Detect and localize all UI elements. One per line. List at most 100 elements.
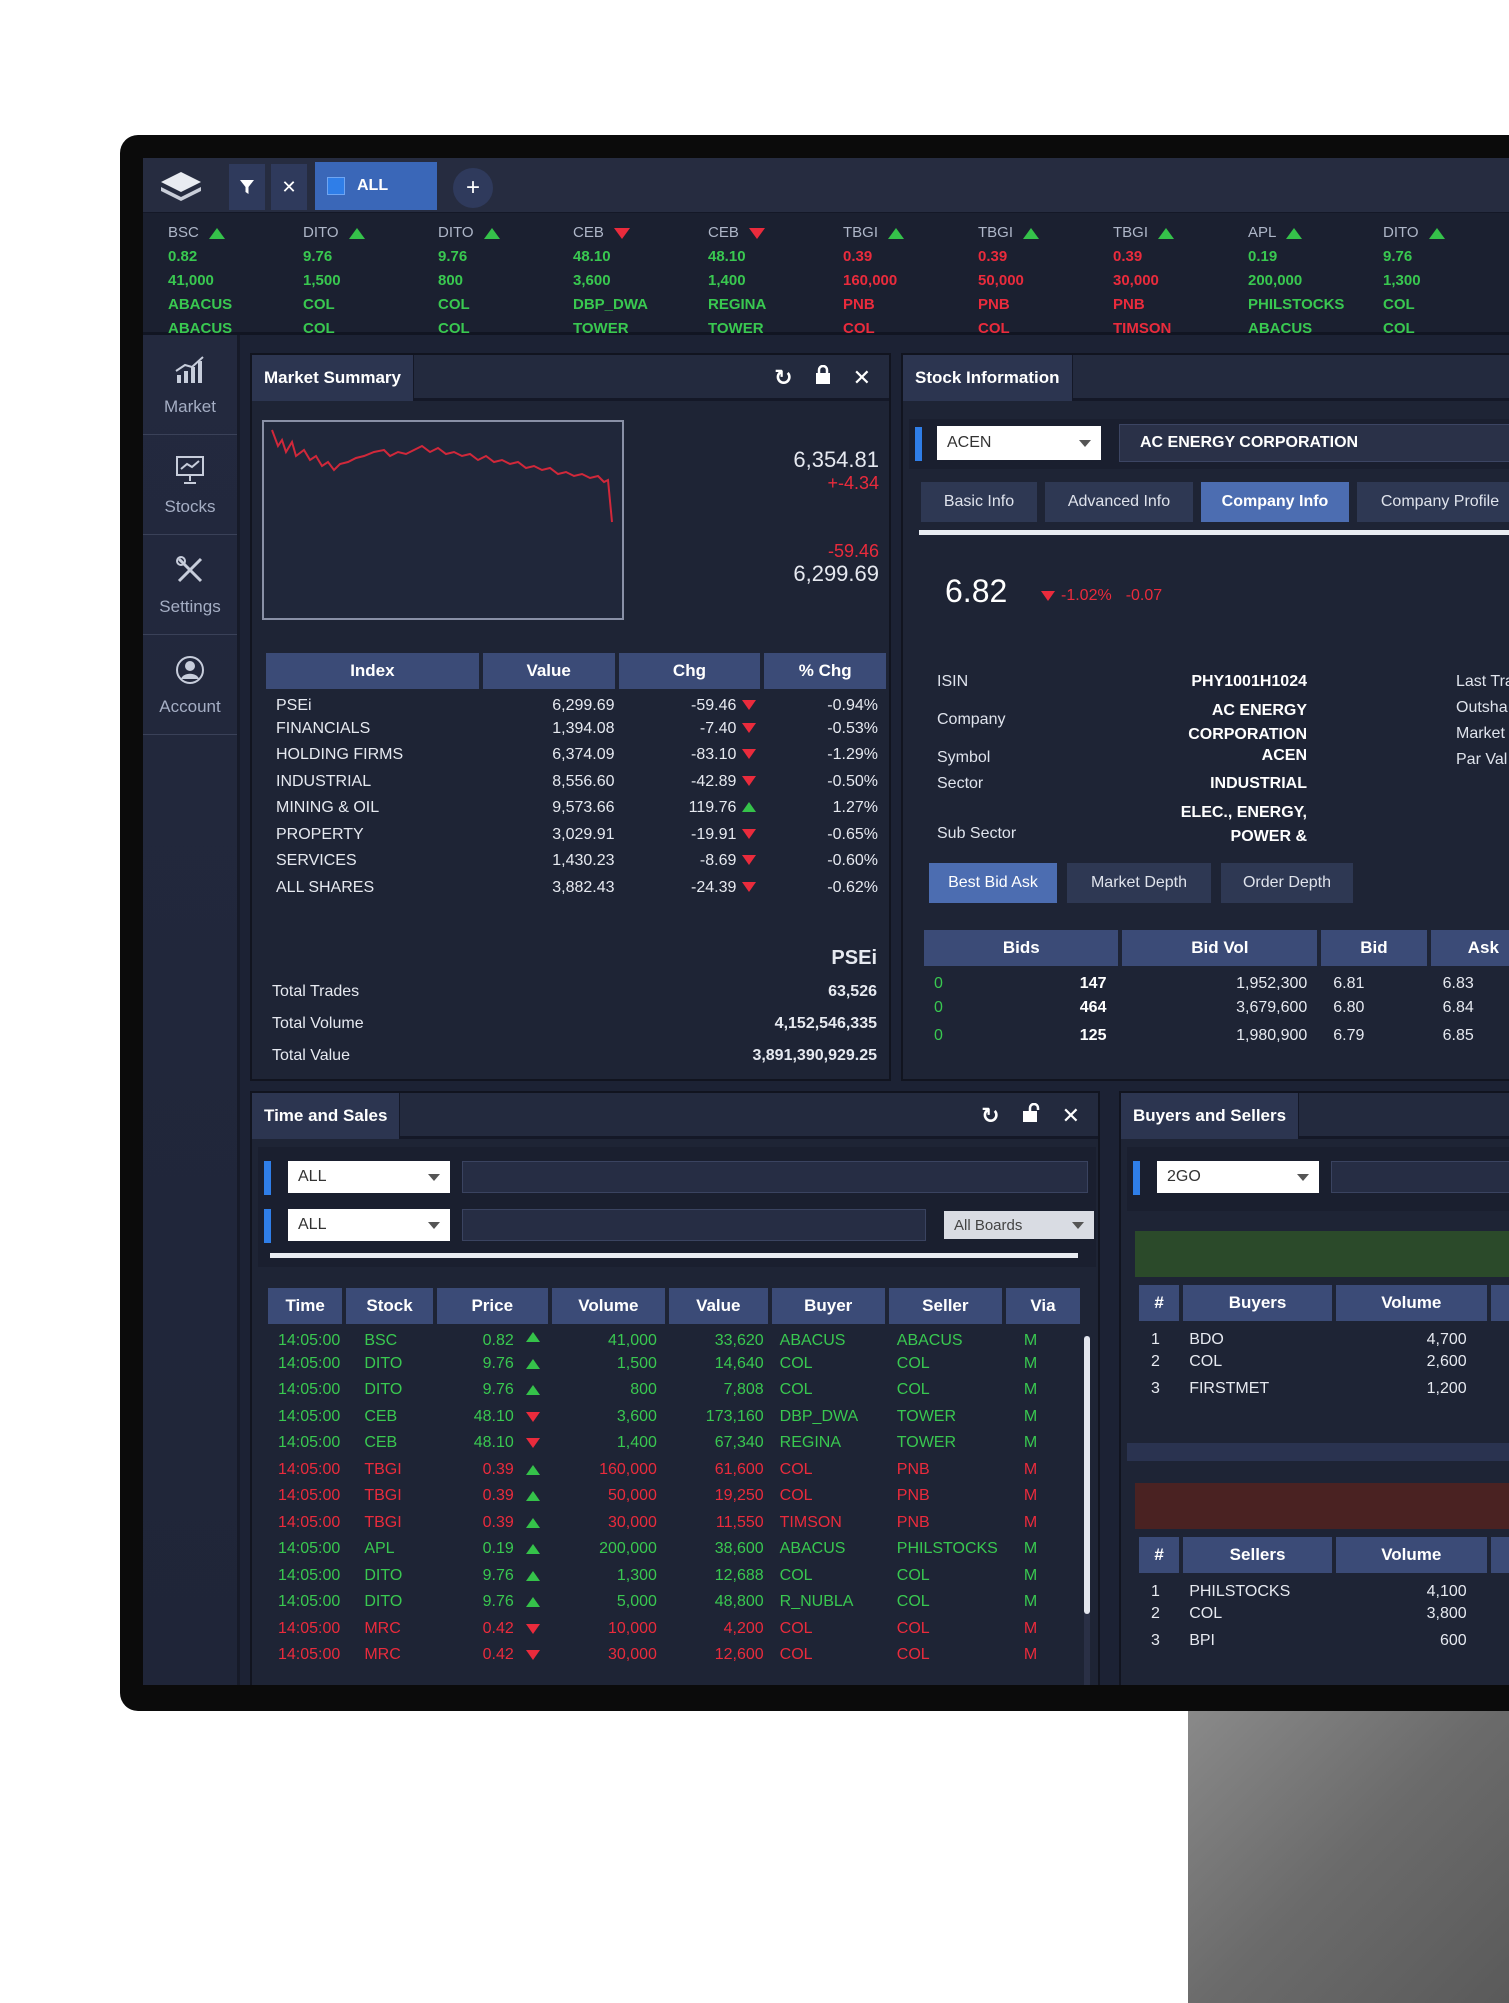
column-header[interactable]: Seller <box>888 1288 1002 1324</box>
column-header[interactable]: Value <box>482 653 615 689</box>
table-row[interactable]: 14:05:00 MRC 0.42 10,000 4,200 COL COL M <box>268 1616 1080 1643</box>
column-header[interactable]: Sellers <box>1183 1537 1332 1573</box>
column-header[interactable]: Bid <box>1321 930 1427 966</box>
ticker-item[interactable]: DITO 9.76 800 COL COL <box>438 221 568 341</box>
ticker-item[interactable]: TBGI 0.39 50,000 PNB COL <box>978 221 1108 341</box>
column-header[interactable]: Buyers <box>1183 1285 1332 1321</box>
ticker-item[interactable]: CEB 48.10 3,600 DBP_DWA TOWER <box>573 221 703 341</box>
column-header[interactable]: Index <box>266 653 479 689</box>
close-icon[interactable]: ✕ <box>853 365 871 391</box>
sidebar-item-stocks[interactable]: Stocks <box>143 435 237 535</box>
stock-filter-input[interactable] <box>462 1161 1088 1193</box>
tab-basic-info[interactable]: Basic Info <box>921 482 1037 522</box>
table-row[interactable]: 3 FIRSTMET 1,200 <box>1139 1376 1509 1403</box>
column-header[interactable]: Volume <box>1335 1537 1487 1573</box>
ticker-seller: TOWER <box>573 320 629 337</box>
table-row[interactable]: 14:05:00 DITO 9.76 1,500 14,640 COL COL M <box>268 1351 1080 1378</box>
tab-order-depth[interactable]: Order Depth <box>1221 863 1353 903</box>
tab-best-bid-ask[interactable]: Best Bid Ask <box>929 863 1057 903</box>
ticker-item[interactable]: BSC 0.82 41,000 ABACUS ABACUS <box>168 221 298 341</box>
column-header[interactable]: Chg <box>618 653 761 689</box>
table-row[interactable]: MINING & OIL 9,573.66 119.76 1.27% <box>266 795 886 822</box>
table-row[interactable]: FINANCIALS 1,394.08 -7.40 -0.53% <box>266 716 886 743</box>
table-row[interactable]: 1 BDO 4,700 <box>1139 1321 1509 1349</box>
table-row[interactable]: 2 COL 3,800 <box>1139 1601 1509 1628</box>
ticker-item[interactable]: CEB 48.10 1,400 REGINA TOWER <box>708 221 838 341</box>
ticker-item[interactable]: TBGI 0.39 30,000 PNB TIMSON <box>1113 221 1243 341</box>
table-row[interactable]: 14:05:00 TBGI 0.39 30,000 11,550 TIMSON PNB M <box>268 1510 1080 1537</box>
table-row[interactable]: 14:05:00 APL 0.19 200,000 38,600 ABACUS PHILST… <box>268 1536 1080 1563</box>
symbol-search-bar: ACEN AC ENERGY CORPORATION <box>909 419 1509 469</box>
column-header[interactable]: Volume <box>551 1288 665 1324</box>
table-row[interactable]: PSEi 6,299.69 -59.46 -0.94% <box>266 689 886 716</box>
column-header[interactable]: Price <box>436 1288 548 1324</box>
sidebar-item-account[interactable]: Account <box>143 635 237 735</box>
table-row[interactable]: 0 147 1,952,300 6.81 6.83 <box>924 966 1509 994</box>
column-header[interactable]: Buyer <box>771 1288 885 1324</box>
column-header[interactable]: # <box>1139 1537 1180 1573</box>
lock-icon[interactable] <box>815 364 831 391</box>
table-row[interactable]: 14:05:00 TBGI 0.39 160,000 61,600 COL PNB M <box>268 1457 1080 1484</box>
column-header[interactable]: Time <box>268 1288 343 1324</box>
table-row[interactable]: 14:05:00 DITO 9.76 1,300 12,688 COL COL M <box>268 1563 1080 1590</box>
close-filter-button[interactable]: ✕ <box>271 164 307 210</box>
tab-all[interactable]: ALL <box>315 162 437 210</box>
field-value-isin: PHY1001H1024 <box>1191 673 1307 690</box>
table-row[interactable]: INDUSTRIAL 8,556.60 -42.89 -0.50% <box>266 769 886 796</box>
table-row[interactable]: 0 125 1,980,900 6.79 6.85 <box>924 1022 1509 1050</box>
table-row[interactable]: 14:05:00 DITO 9.76 5,000 48,800 R_NUBLA COL M <box>268 1589 1080 1616</box>
column-header[interactable]: Stock <box>346 1288 433 1324</box>
table-row[interactable]: 3 BPI 600 <box>1139 1628 1509 1655</box>
table-row[interactable]: 2 COL 2,600 <box>1139 1349 1509 1376</box>
broker-filter-input[interactable] <box>462 1209 926 1241</box>
unlock-icon[interactable] <box>1022 1102 1040 1129</box>
ts-scrollbar-thumb[interactable] <box>1084 1336 1090 1614</box>
bs-symbol-input[interactable] <box>1331 1161 1509 1193</box>
column-header[interactable]: % Chg <box>764 653 886 689</box>
index-name: PSEi <box>276 697 312 715</box>
filter-button[interactable] <box>229 164 265 210</box>
ticker-item[interactable]: TBGI 0.39 160,000 PNB COL <box>843 221 973 341</box>
sidebar-item-market[interactable]: Market <box>143 335 237 435</box>
column-header[interactable]: Bids <box>924 930 1119 966</box>
column-header[interactable]: Value <box>668 1288 768 1324</box>
trade-buyer: COL <box>779 1566 813 1584</box>
column-header[interactable]: Volume <box>1335 1285 1487 1321</box>
bs-symbol-select[interactable]: 2GO <box>1157 1161 1319 1193</box>
stock-filter-select[interactable]: ALL <box>288 1161 450 1193</box>
table-row[interactable]: 14:05:00 CEB 48.10 3,600 173,160 DBP_DWA TOWER… <box>268 1404 1080 1431</box>
column-header[interactable]: Via <box>1005 1288 1080 1324</box>
refresh-icon[interactable]: ↻ <box>981 1103 999 1129</box>
table-row[interactable]: PROPERTY 3,029.91 -19.91 -0.65% <box>266 822 886 849</box>
table-row[interactable]: 14:05:00 BSC 0.82 41,000 33,620 ABACUS ABACUS M <box>268 1324 1080 1351</box>
tab-company-profile[interactable]: Company Profile <box>1357 482 1509 522</box>
tab-market-depth[interactable]: Market Depth <box>1067 863 1211 903</box>
broker-filter-select[interactable]: ALL <box>288 1209 450 1241</box>
column-header[interactable]: Ask <box>1430 930 1509 966</box>
index-change-value: -24.39 <box>691 878 737 896</box>
refresh-icon[interactable]: ↻ <box>774 365 792 391</box>
broker-extra <box>1491 1321 1509 1349</box>
table-row[interactable]: 0 464 3,679,600 6.80 6.84 <box>924 994 1509 1022</box>
tab-advanced-info[interactable]: Advanced Info <box>1045 482 1193 522</box>
close-icon[interactable]: ✕ <box>1062 1103 1080 1129</box>
ticker-item[interactable]: DITO 9.76 1,500 COL COL <box>303 221 433 341</box>
symbol-select[interactable]: ACEN <box>937 426 1101 460</box>
column-header[interactable]: Bid Vol <box>1122 930 1318 966</box>
sidebar-item-label: Stocks <box>164 496 216 516</box>
add-tab-button[interactable]: + <box>453 168 493 208</box>
table-row[interactable]: 14:05:00 TBGI 0.39 50,000 19,250 COL PNB M <box>268 1483 1080 1510</box>
table-row[interactable]: HOLDING FIRMS 6,374.09 -83.10 -1.29% <box>266 742 886 769</box>
boards-select[interactable]: All Boards <box>944 1211 1094 1239</box>
column-header[interactable]: # <box>1139 1285 1180 1321</box>
table-row[interactable]: ALL SHARES 3,882.43 -24.39 -0.62% <box>266 875 886 902</box>
table-row[interactable]: 14:05:00 CEB 48.10 1,400 67,340 REGINA TOWER M <box>268 1430 1080 1457</box>
ticker-item[interactable]: DITO 9.76 1,300 COL COL <box>1383 221 1509 341</box>
table-row[interactable]: 1 PHILSTOCKS 4,100 <box>1139 1573 1509 1601</box>
ticker-item[interactable]: APL 0.19 200,000 PHILSTOCKS ABACUS <box>1248 221 1378 341</box>
table-row[interactable]: 14:05:00 MRC 0.42 30,000 12,600 COL COL M <box>268 1642 1080 1669</box>
table-row[interactable]: 14:05:00 DITO 9.76 800 7,808 COL COL M <box>268 1377 1080 1404</box>
table-row[interactable]: SERVICES 1,430.23 -8.69 -0.60% <box>266 848 886 875</box>
tab-company-info[interactable]: Company Info <box>1201 482 1349 522</box>
sidebar-item-settings[interactable]: Settings <box>143 535 237 635</box>
